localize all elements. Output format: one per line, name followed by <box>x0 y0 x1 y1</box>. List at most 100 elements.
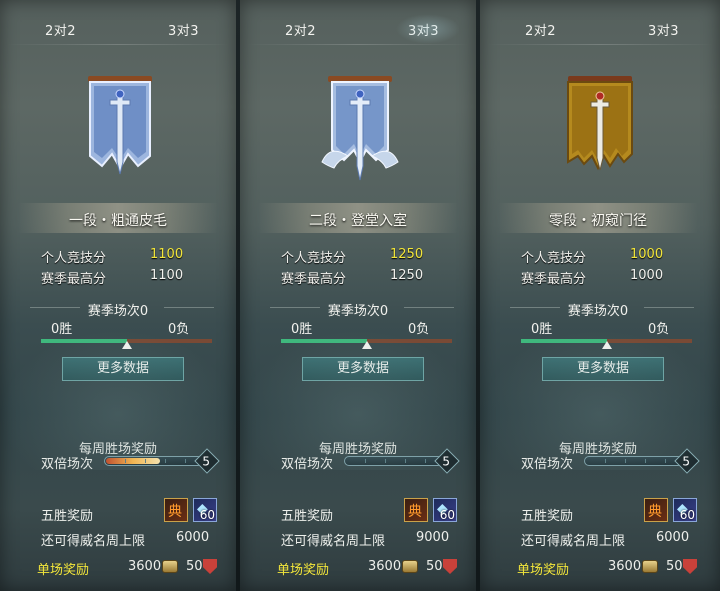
bar-tick <box>625 459 626 463</box>
skill-book-icon[interactable]: 典5 <box>644 498 680 522</box>
rank-panel-3: 2对2 3对3 零段・初窥门径 个人竞技分 1000 赛季最高分 1000 赛季… <box>480 0 720 591</box>
double-count: 5 <box>202 454 211 469</box>
tab-2v2[interactable]: 2对2 <box>285 20 316 39</box>
single-match-reward-label: 单场奖励 <box>517 563 570 578</box>
personal-score-label: 个人竞技分 <box>521 251 587 266</box>
season-high-value: 1100 <box>150 268 184 283</box>
skill-book-icon[interactable]: 典5 <box>164 498 200 522</box>
more-data-button[interactable]: 更多数据 <box>62 357 184 381</box>
win-loss-marker <box>601 341 612 349</box>
bar-tick <box>125 459 126 463</box>
season-high-value: 1250 <box>390 268 424 283</box>
season-matches-title: 赛季场次0 <box>567 304 629 319</box>
tab-3v3[interactable]: 3对3 <box>168 20 199 39</box>
season-matches-title: 赛季场次0 <box>327 304 389 319</box>
rank-panel-2: 2对2 3对3 二段・登堂入室 个人竞技分 1250 赛季最高分 1250 赛季… <box>240 0 476 591</box>
win-loss-marker <box>121 341 132 349</box>
losses-count: 0负 <box>648 322 670 337</box>
more-data-button[interactable]: 更多数据 <box>302 357 424 381</box>
personal-score-value: 1000 <box>630 247 664 262</box>
season-high-label: 赛季最高分 <box>281 272 347 287</box>
coin-reward-value: 3600 <box>368 559 402 574</box>
personal-score-value: 1100 <box>150 247 184 262</box>
blue-crystal-icon[interactable]: ◆ 60 <box>673 498 697 522</box>
season-high-value: 1000 <box>630 268 664 283</box>
double-matches-bar <box>584 456 686 466</box>
tab-2v2[interactable]: 2对2 <box>525 20 556 39</box>
rank-name: 零段・初窥门径 <box>549 213 647 229</box>
win-portion <box>41 339 127 343</box>
coin-icon <box>642 560 658 573</box>
tab-3v3[interactable]: 3对3 <box>395 14 461 44</box>
fame-shield-icon <box>203 559 217 574</box>
personal-score-value: 1250 <box>390 247 424 262</box>
five-win-reward-label: 五胜奖励 <box>41 509 94 524</box>
five-win-reward-label: 五胜奖励 <box>281 509 334 524</box>
fame-reward-value: 50 <box>666 559 683 574</box>
bar-tick <box>365 459 366 463</box>
coin-icon <box>162 560 178 573</box>
item-count: 60 <box>439 508 455 522</box>
bar-tick <box>405 459 406 463</box>
season-high-label: 赛季最高分 <box>521 272 587 287</box>
tab-divider <box>246 44 470 45</box>
more-data-button[interactable]: 更多数据 <box>542 357 664 381</box>
rank-name: 二段・登堂入室 <box>309 213 407 229</box>
tab-2v2[interactable]: 2对2 <box>45 20 76 39</box>
plain-blue-sword-banner-icon <box>88 76 152 175</box>
double-matches-label: 双倍场次 <box>521 457 574 472</box>
fame-shield-icon <box>683 559 697 574</box>
weekly-limit-value: 6000 <box>656 530 690 545</box>
double-matches-label: 双倍场次 <box>41 457 94 472</box>
double-matches-label: 双倍场次 <box>281 457 334 472</box>
single-match-reward-label: 单场奖励 <box>37 563 90 578</box>
rank-name: 一段・粗通皮毛 <box>69 213 167 229</box>
double-matches-fill <box>106 458 160 464</box>
win-loss-marker <box>361 341 372 349</box>
double-count: 5 <box>442 454 451 469</box>
double-count: 5 <box>682 454 691 469</box>
bar-tick <box>385 459 386 463</box>
bar-tick <box>425 459 426 463</box>
double-matches-bar <box>344 456 446 466</box>
skill-book-icon[interactable]: 典5 <box>404 498 440 522</box>
tab-divider <box>486 44 714 45</box>
fame-shield-icon <box>443 559 457 574</box>
bar-tick <box>645 459 646 463</box>
wins-count: 0胜 <box>531 322 553 337</box>
personal-score-label: 个人竞技分 <box>281 251 347 266</box>
tattered-gold-sword-banner-icon <box>567 76 633 171</box>
coin-reward-value: 3600 <box>608 559 642 574</box>
losses-count: 0负 <box>168 322 190 337</box>
fame-reward-value: 50 <box>186 559 203 574</box>
fame-reward-value: 50 <box>426 559 443 574</box>
weekly-limit-value: 6000 <box>176 530 210 545</box>
losses-count: 0负 <box>408 322 430 337</box>
tab-divider <box>6 44 230 45</box>
weekly-limit-label: 还可得威名周上限 <box>41 534 146 549</box>
wins-count: 0胜 <box>51 322 73 337</box>
weekly-limit-label: 还可得威名周上限 <box>521 534 626 549</box>
blue-crystal-icon[interactable]: ◆ 60 <box>193 498 217 522</box>
item-count: 60 <box>679 508 695 522</box>
tab-3v3[interactable]: 3对3 <box>648 20 679 39</box>
five-win-reward-label: 五胜奖励 <box>521 509 574 524</box>
coin-reward-value: 3600 <box>128 559 162 574</box>
book-glyph-icon: 典 <box>168 504 182 520</box>
book-glyph-icon: 典 <box>648 504 662 520</box>
wins-count: 0胜 <box>291 322 313 337</box>
win-portion <box>521 339 607 343</box>
weekly-limit-value: 9000 <box>416 530 450 545</box>
coin-icon <box>402 560 418 573</box>
rank-panel-1: 2对2 3对3 一段・粗通皮毛 个人竞技分 1100 赛季最高分 1100 赛季… <box>0 0 236 591</box>
blue-crystal-icon[interactable]: ◆ 60 <box>433 498 457 522</box>
bar-tick <box>185 459 186 463</box>
bar-tick <box>145 459 146 463</box>
personal-score-label: 个人竞技分 <box>41 251 107 266</box>
win-portion <box>281 339 367 343</box>
weekly-limit-label: 还可得威名周上限 <box>281 534 386 549</box>
season-high-label: 赛季最高分 <box>41 272 107 287</box>
bar-tick <box>605 459 606 463</box>
bar-tick <box>165 459 166 463</box>
double-matches-bar <box>104 456 206 466</box>
